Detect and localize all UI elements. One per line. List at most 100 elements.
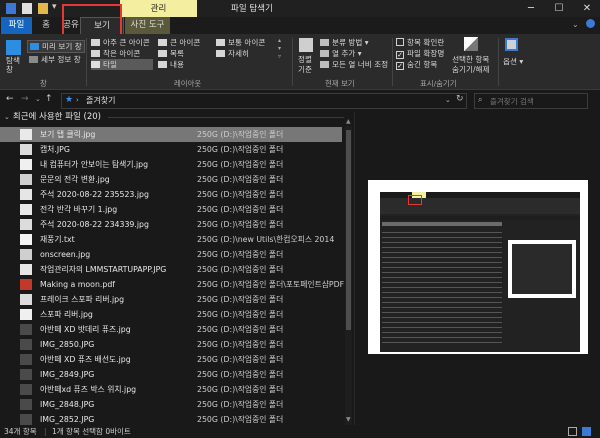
item-checkboxes-toggle[interactable]: 항목 확인란	[396, 37, 444, 48]
pane-splitter[interactable]	[354, 112, 355, 425]
file-row[interactable]: Making a moon.pdf 250G (D:)\작업중인 폴더\포토페인트…	[0, 277, 344, 292]
back-arrow-icon[interactable]: ←	[6, 94, 14, 104]
collapse-chevron-icon[interactable]: ⌄	[4, 113, 10, 121]
tab-home[interactable]: 홈	[36, 17, 56, 34]
options-button[interactable]: 옵션 ▾	[503, 56, 523, 67]
preview-highlight	[408, 195, 422, 205]
quick-access-dropdown-icon[interactable]: ▾	[52, 2, 57, 12]
file-name: IMG_2849.JPG	[40, 370, 95, 379]
file-row[interactable]: IMG_2849.JPG 250G (D:)\작업중인 폴더	[0, 367, 342, 382]
navigation-pane-button[interactable]: 탐색 창	[6, 56, 20, 74]
hidden-items-checkbox[interactable]: ✓	[396, 62, 404, 70]
layout-scroll-icon[interactable]: ▴ ▾ ▿	[278, 37, 281, 61]
minimize-icon[interactable]: ─	[518, 0, 544, 18]
file-location: 250G (D:)\작업중인 폴더	[197, 205, 284, 214]
layout-label: 큰 아이콘	[170, 38, 201, 47]
file-row[interactable]: 작업관리자의 LMMSTARTUPAPP.JPG 250G (D:)\작업중인 폴…	[0, 262, 342, 277]
file-row[interactable]: 문문의 전각 변환.jpg 250G (D:)\작업중인 폴더	[0, 172, 342, 187]
layout-tiles[interactable]: 타일	[91, 59, 153, 70]
file-row[interactable]: 재풍기.txt 250G (D:)\new Utils\한컴오피스 2014	[0, 232, 342, 247]
ribbon-collapse-icon[interactable]: ⌄	[572, 20, 579, 29]
layout-details[interactable]: 자세히	[216, 48, 249, 59]
ribbon-separator	[498, 38, 499, 86]
large-icons-view-icon[interactable]	[582, 427, 591, 436]
preview-pane-label: 미리 보기 창	[42, 42, 82, 51]
tab-file[interactable]: 파일	[1, 17, 32, 34]
file-extensions-toggle[interactable]: ✓ 파일 확장명	[396, 48, 444, 59]
scroll-down-icon[interactable]: ▼	[346, 416, 351, 423]
recent-files-header[interactable]: ⌄ 최근에 사용한 파일 (20)	[4, 110, 101, 124]
file-row[interactable]: 아반떼 XD 퓨즈 배선도.jpg 250G (D:)\작업중인 폴더	[0, 352, 342, 367]
scroll-up-icon[interactable]: ▲	[346, 118, 351, 125]
group-by-button[interactable]: 분류 방법 ▾	[320, 37, 369, 48]
add-columns-icon	[320, 50, 329, 57]
file-row[interactable]: 아반떼xd 퓨즈 박스 위치.jpg 250G (D:)\작업중인 폴더	[0, 382, 342, 397]
layout-extra-large-icons[interactable]: 아주 큰 아이콘	[91, 37, 150, 48]
group-by-label: 분류 방법	[332, 38, 363, 47]
file-name: 보기 탭 클릭.jpg	[40, 130, 96, 139]
item-checkboxes-checkbox[interactable]	[396, 38, 404, 46]
layout-list[interactable]: 목록	[158, 48, 184, 59]
file-row[interactable]: 아반떼 XD 밧데리 퓨즈.jpg 250G (D:)\작업중인 폴더	[0, 322, 342, 337]
fit-columns-button[interactable]: 모든 열 너비 조정	[320, 59, 388, 70]
file-row[interactable]: 주석 2020-08-22 235523.jpg 250G (D:)\작업중인 폴…	[0, 187, 342, 202]
file-location: 250G (D:)\작업중인 폴더	[197, 175, 284, 184]
file-row[interactable]: 전각 반각 바꾸기 1.jpg 250G (D:)\작업중인 폴더	[0, 202, 342, 217]
file-row[interactable]: 프레이크 스포파 리버.jpg 250G (D:)\작업중인 폴더	[0, 292, 342, 307]
forward-arrow-icon[interactable]: →	[21, 94, 29, 104]
file-row[interactable]: 보기 탭 클릭.jpg 250G (D:)\작업중인 폴더	[0, 127, 342, 142]
file-row[interactable]: onscreen.jpg 250G (D:)\작업중인 폴더	[0, 247, 342, 262]
context-tab-manage[interactable]: 관리	[120, 0, 197, 18]
hide-selected-button[interactable]: 선택한 항목 숨기기/해제	[452, 55, 490, 75]
hidden-items-toggle[interactable]: ✓ 숨긴 항목	[396, 59, 437, 70]
file-row[interactable]: IMG_2848.JPG 250G (D:)\작업중인 폴더	[0, 397, 342, 412]
close-icon[interactable]: ✕	[574, 0, 600, 18]
address-bar[interactable]	[61, 93, 467, 109]
preview-pane-icon	[30, 43, 39, 50]
file-name: 내 컴퓨터가 안보이는 탐색기.jpg	[40, 160, 149, 169]
file-row[interactable]: IMG_2850.JPG 250G (D:)\작업중인 폴더	[0, 337, 342, 352]
chevron-right-icon[interactable]: ›	[76, 96, 79, 104]
layout-medium-icons[interactable]: 보통 아이콘	[216, 37, 265, 48]
layout-large-icons[interactable]: 큰 아이콘	[158, 37, 200, 48]
layout-content[interactable]: 내용	[158, 59, 184, 70]
scrollbar-thumb[interactable]	[346, 130, 351, 330]
details-icon	[216, 50, 225, 57]
new-folder-icon[interactable]	[38, 3, 48, 14]
refresh-icon[interactable]: ↻	[456, 94, 464, 104]
tab-picture-tools[interactable]: 사진 도구	[125, 17, 170, 34]
preview-address	[380, 216, 580, 220]
help-icon[interactable]	[586, 19, 595, 28]
file-extensions-checkbox[interactable]: ✓	[396, 51, 404, 59]
file-row[interactable]: 내 컴퓨터가 안보이는 탐색기.jpg 250G (D:)\작업중인 폴더	[0, 157, 342, 172]
details-view-icon[interactable]	[568, 427, 577, 436]
layout-small-icons[interactable]: 작은 아이콘	[91, 48, 140, 59]
up-arrow-icon[interactable]: ↑	[45, 94, 53, 104]
maximize-icon[interactable]: ☐	[546, 0, 572, 18]
layout-label: 내용	[170, 60, 184, 69]
address-dropdown-icon[interactable]: ⌄	[445, 96, 451, 104]
file-extensions-label: 파일 확장명	[407, 49, 445, 58]
group-label-show-hide: 표시/숨기기	[420, 79, 457, 88]
search-input[interactable]	[490, 94, 586, 108]
file-location: 250G (D:)\작업중인 폴더	[197, 400, 284, 409]
details-pane-button[interactable]: 세부 정보 창	[29, 54, 81, 65]
recent-locations-icon[interactable]: ⌄	[35, 95, 41, 103]
status-separator: |	[44, 427, 47, 436]
file-name: IMG_2848.JPG	[40, 400, 95, 409]
selection-status: 1개 항목 선택함 0바이트	[52, 427, 131, 436]
file-thumbnail-icon	[20, 414, 32, 425]
properties-icon[interactable]	[22, 3, 32, 14]
file-row[interactable]: 주석 2020-08-22 234339.jpg 250G (D:)\작업중인 폴…	[0, 217, 342, 232]
address-location[interactable]: 즐겨찾기	[86, 93, 115, 109]
group-label-layout: 레이아웃	[174, 79, 202, 88]
file-row[interactable]: 스포파 리버.jpg 250G (D:)\작업중인 폴더	[0, 307, 342, 322]
hide-selected-icon	[464, 37, 478, 51]
add-columns-button[interactable]: 열 추가 ▾	[320, 48, 362, 59]
sort-by-button[interactable]: 정렬 기준	[298, 55, 312, 75]
ribbon-separator	[86, 38, 87, 86]
file-row[interactable]: 캡처.JPG 250G (D:)\작업중인 폴더	[0, 142, 342, 157]
file-name: 전각 반각 바꾸기 1.jpg	[40, 205, 118, 214]
file-name: 주석 2020-08-22 234339.jpg	[40, 220, 149, 229]
preview-pane-button[interactable]: 미리 보기 창	[27, 40, 85, 53]
